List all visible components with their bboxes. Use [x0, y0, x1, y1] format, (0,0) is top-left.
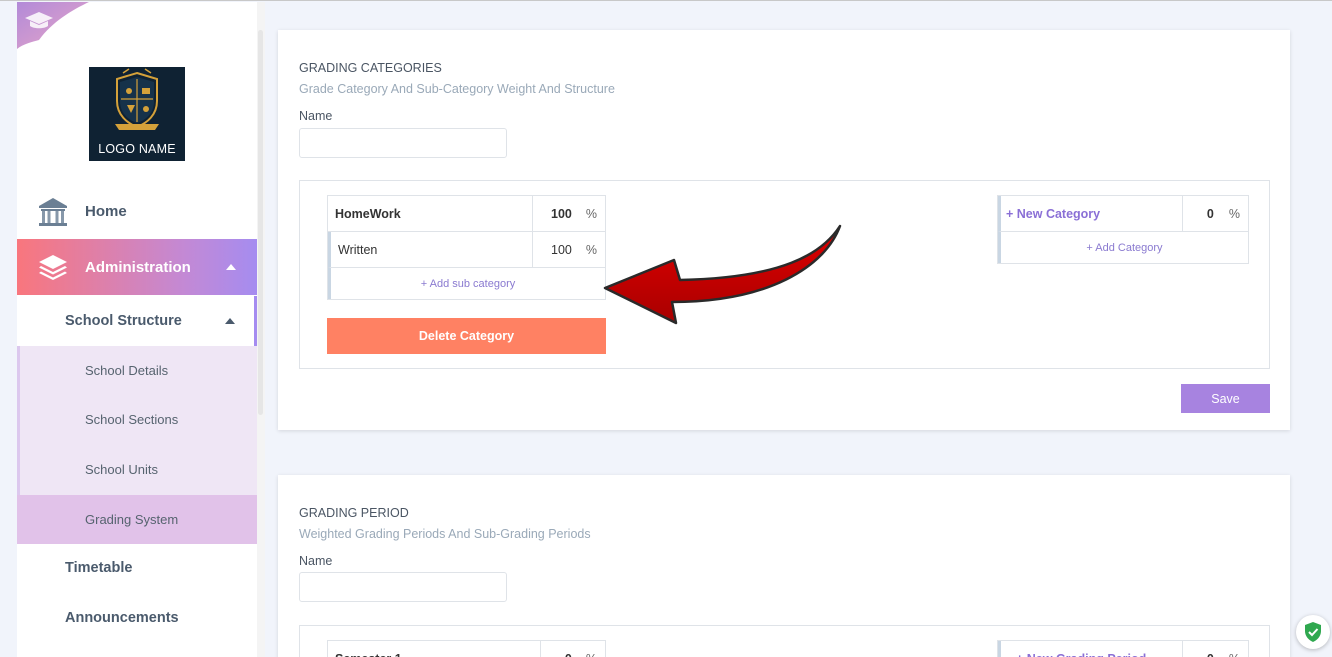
subcategory-name[interactable]: Written — [331, 232, 532, 267]
category-row: HomeWork 100 % — [328, 196, 605, 232]
category-weight-field[interactable]: 100 % — [532, 196, 605, 231]
periods-panel: Semester 1 0 % + New Grading Period 0 % — [299, 625, 1270, 657]
subcategory-weight-field[interactable]: 100 % — [532, 232, 605, 267]
sidebar-item-label: Announcements — [65, 610, 179, 626]
new-category-weight: 0 — [1206, 206, 1214, 221]
sidebar-item-school-structure[interactable]: School Structure — [17, 296, 257, 346]
chevron-up-icon — [225, 318, 235, 324]
card-title: GRADING PERIOD — [299, 506, 409, 520]
sidebar-item-label: School Sections — [85, 412, 179, 427]
percent-sign: % — [586, 652, 597, 657]
graduation-cap-icon[interactable] — [17, 2, 89, 50]
subcategory-row: Written 100 % — [328, 232, 605, 268]
percent-sign: % — [585, 242, 597, 257]
layers-icon — [39, 255, 67, 280]
delete-category-button[interactable]: Delete Category — [327, 318, 606, 354]
crest-icon — [115, 68, 159, 130]
period-name-input[interactable] — [299, 572, 507, 602]
sidebar-item-label: Grading System — [85, 512, 179, 527]
school-building-icon — [39, 198, 67, 226]
name-label: Name — [299, 109, 333, 123]
percent-sign: % — [585, 206, 597, 221]
grading-period-card: GRADING PERIOD Weighted Grading Periods … — [278, 475, 1290, 657]
add-category-link[interactable]: + Add Category — [998, 232, 1248, 263]
red-arrow-annotation — [603, 224, 842, 325]
sidebar-item-school-units[interactable]: School Units — [17, 445, 257, 494]
category-table: HomeWork 100 % Written 100 % + Add sub c… — [327, 195, 606, 300]
new-category-name[interactable]: + New Category — [1001, 196, 1182, 231]
security-shield-icon[interactable] — [1296, 615, 1330, 649]
sidebar-item-timetable[interactable]: Timetable — [17, 543, 257, 593]
subcategory-weight: 100 — [551, 242, 572, 257]
sidebar-scrollbar[interactable] — [258, 30, 263, 415]
new-period-weight-field[interactable]: 0 % — [1182, 641, 1248, 657]
logo-name-text: LOGO NAME — [98, 142, 176, 156]
new-period-table: + New Grading Period 0 % — [997, 640, 1249, 657]
period-weight-field[interactable]: 0 % — [540, 641, 605, 657]
sidebar-item-announcements[interactable]: Announcements — [17, 593, 257, 643]
name-label: Name — [299, 554, 333, 568]
sidebar-item-school-sections[interactable]: School Sections — [17, 395, 257, 444]
sidebar-item-label: School Details — [85, 363, 169, 378]
new-category-weight-field[interactable]: 0 % — [1182, 196, 1248, 231]
new-period-row: + New Grading Period 0 % — [998, 641, 1248, 657]
sidebar-item-school-details[interactable]: School Details — [17, 346, 257, 395]
card-title: GRADING CATEGORIES — [299, 61, 442, 75]
chevron-up-icon — [226, 264, 236, 270]
category-name-input[interactable] — [299, 128, 507, 158]
percent-sign: % — [1228, 206, 1240, 221]
period-name[interactable]: Semester 1 — [328, 641, 540, 657]
period-table: Semester 1 0 % — [327, 640, 606, 657]
sidebar-item-label: School Units — [85, 462, 158, 477]
period-row: Semester 1 0 % — [328, 641, 605, 657]
sidebar-item-label: Administration — [85, 258, 191, 276]
sidebar-item-label: Home — [85, 202, 127, 220]
school-logo: LOGO NAME — [89, 67, 185, 161]
save-button[interactable]: Save — [1181, 384, 1270, 413]
percent-sign: % — [1229, 652, 1240, 657]
sidebar-item-administration[interactable]: Administration — [17, 239, 257, 295]
new-period-name[interactable]: + New Grading Period — [1001, 641, 1182, 657]
category-name[interactable]: HomeWork — [328, 196, 532, 231]
new-category-table: + New Category 0 % + Add Category — [997, 195, 1249, 264]
sidebar-item-label: Timetable — [65, 560, 133, 576]
new-category-row: + New Category 0 % — [998, 196, 1248, 232]
sidebar-item-label: School Structure — [65, 313, 182, 329]
card-subtitle: Grade Category And Sub-Category Weight A… — [299, 82, 615, 96]
card-subtitle: Weighted Grading Periods And Sub-Grading… — [299, 527, 591, 541]
period-weight: 0 — [565, 652, 572, 657]
shield-icon — [1305, 622, 1321, 642]
add-sub-category-link[interactable]: + Add sub category — [328, 268, 605, 299]
sidebar-item-home[interactable]: Home — [17, 187, 257, 235]
category-weight: 100 — [551, 206, 572, 221]
new-period-weight: 0 — [1207, 652, 1214, 657]
sidebar-item-grading-system[interactable]: Grading System — [17, 495, 257, 544]
